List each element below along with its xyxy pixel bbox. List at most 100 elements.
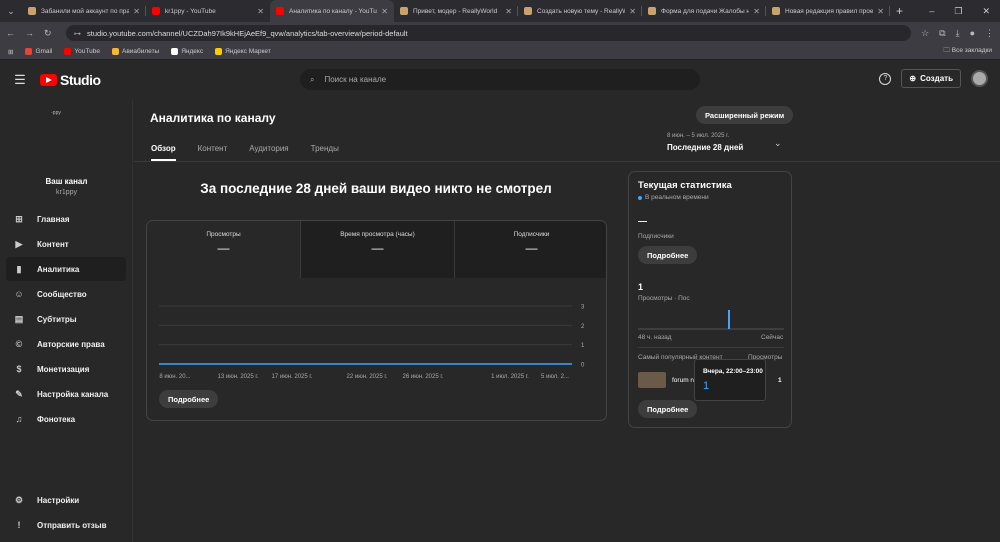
bookmark-item[interactable]: Яндекс Маркет	[215, 48, 271, 55]
sidebar-item-icon: $	[16, 364, 22, 374]
downloads-icon[interactable]: ⤓	[956, 28, 960, 39]
bookmark-item[interactable]: Яндекс	[171, 48, 203, 55]
site-info-icon[interactable]: ⊶	[74, 29, 82, 38]
advanced-mode-button[interactable]: Расширенный режим	[696, 106, 794, 124]
video-thumbnail[interactable]	[638, 372, 666, 388]
chart-tooltip: Вчера, 22:00–23:00 1	[694, 359, 766, 401]
bookmark-favicon-icon	[64, 48, 72, 55]
realtime-more-button[interactable]: Подробнее	[638, 246, 698, 264]
sidebar-item-icon: ▶	[15, 238, 23, 249]
browser-tab[interactable]: Новая редакция правил прое ✕	[766, 0, 890, 22]
range-end-label: Сейчас	[761, 334, 784, 341]
forward-icon[interactable]: →	[25, 28, 34, 38]
bookmark-item[interactable]: YouTube	[64, 48, 100, 55]
tab-title: Аналитика по каналу - YouTub	[289, 7, 378, 15]
subscribers-label: Подписчики	[638, 233, 674, 240]
analytics-tab[interactable]: Тренды	[311, 144, 339, 161]
tab-close-icon[interactable]: ✕	[505, 7, 512, 16]
sidebar-bottom-item[interactable]: ! Отправить отзыв	[6, 513, 126, 537]
tab-close-icon[interactable]: ✕	[381, 7, 388, 16]
menu-icon[interactable]: ⋮	[985, 28, 994, 39]
tab-search-icon[interactable]: ⌄	[0, 0, 22, 22]
browser-tab[interactable]: Создать новую тему - ReallyW ✕	[518, 0, 642, 22]
overview-more-button[interactable]: Подробнее	[159, 390, 219, 408]
maximize-icon[interactable]: ❐	[954, 6, 962, 17]
sidebar-item[interactable]: ☺ Сообщество	[6, 282, 126, 306]
bookmark-label: Gmail	[35, 48, 53, 55]
chart-y-tick: 0	[581, 363, 585, 369]
tab-close-icon[interactable]: ✕	[133, 7, 140, 16]
chart-x-tick: 17 июн. 2025 г.	[272, 374, 313, 380]
hamburger-menu-icon[interactable]: ☰	[0, 72, 40, 88]
sidebar-item[interactable]: $ Монетизация	[6, 357, 126, 381]
sidebar-item[interactable]: ♫ Фонотека	[6, 407, 126, 431]
reload-icon[interactable]: ↻	[44, 28, 52, 39]
sidebar-item[interactable]: ⊞ Главная	[6, 207, 126, 231]
browser-tab[interactable]: Аналитика по каналу - YouTub ✕	[270, 0, 394, 22]
realtime-more-button-2[interactable]: Подробнее	[638, 400, 698, 418]
tab-close-icon[interactable]: ✕	[753, 7, 760, 16]
live-label: В реальном времени	[645, 194, 709, 201]
back-icon[interactable]: ←	[6, 28, 15, 38]
url-field[interactable]: ⊶ studio.youtube.com/channel/UCZDah97Ik9…	[65, 25, 912, 41]
analytics-tab[interactable]: Контент	[198, 144, 228, 161]
browser-tab[interactable]: Форма для подачи Жалобы н ✕	[642, 0, 766, 22]
bookmark-star-icon[interactable]: ☆	[921, 28, 929, 39]
sidebar-item[interactable]: © Авторские права	[6, 332, 126, 356]
overview-headline: За последние 28 дней ваши видео никто не…	[200, 181, 552, 196]
period-selector[interactable]: Последние 28 дней	[667, 143, 743, 152]
sidebar-bottom-item[interactable]: ⚙ Настройки	[6, 488, 126, 512]
channel-name: Ваш канал	[45, 177, 88, 186]
extensions-icon[interactable]: ⧉	[939, 28, 945, 39]
sidebar-item-icon: ▤	[14, 313, 24, 324]
create-button[interactable]: ⊕ Создать	[901, 69, 961, 88]
sidebar-item-icon: !	[17, 520, 21, 530]
browser-tab[interactable]: Привет, модер - ReallyWorld ✕	[394, 0, 518, 22]
sidebar-item-icon: ✎	[15, 388, 23, 399]
bookmark-item[interactable]: Gmail	[25, 48, 52, 55]
account-avatar[interactable]	[971, 70, 988, 87]
bookmark-favicon-icon	[171, 48, 179, 55]
tab-close-icon[interactable]: ✕	[877, 7, 884, 16]
bookmarks-bar: ⊞ Gmail YouTube Авиабилеты Яндекс Яндекс Мар…	[0, 44, 1000, 60]
analytics-tab[interactable]: Обзор	[151, 144, 176, 161]
analytics-tab[interactable]: Аудитория	[249, 144, 288, 161]
metric-tab[interactable]: Просмотры —	[147, 221, 301, 278]
sidebar-item-icon: ▮	[16, 263, 22, 274]
studio-logo-text: Studio	[60, 72, 101, 88]
profile-icon[interactable]: ●	[970, 28, 975, 38]
bookmark-label: Яндекс Маркет	[225, 48, 271, 55]
realtime-live-indicator: В реальном времени	[638, 194, 709, 201]
apps-icon[interactable]: ⊞	[8, 48, 13, 56]
overview-card: Просмотры — Время просмотра (часы) — Подписч…	[146, 220, 607, 421]
realtime-bar[interactable]	[728, 310, 730, 329]
channel-logo[interactable]: -ppy	[30, 107, 82, 159]
metric-tab[interactable]: Время просмотра (часы) —	[301, 221, 455, 278]
bookmark-item[interactable]: Авиабилеты	[111, 48, 159, 55]
chart-x-tick: 13 июн. 2025 г.	[218, 374, 259, 380]
browser-tab[interactable]: Забанили мой аккаунт по пра ✕	[22, 0, 146, 22]
channel-logo-text: -ppy	[51, 110, 61, 116]
studio-logo[interactable]: Studio	[40, 72, 101, 88]
create-label: Создать	[920, 74, 953, 83]
sidebar-item[interactable]: ✎ Настройка канала	[6, 382, 126, 406]
chevron-down-icon[interactable]: ⌄	[774, 138, 782, 149]
sidebar-item[interactable]: ▮ Аналитика	[6, 257, 126, 281]
minimize-icon[interactable]: –	[929, 6, 934, 17]
browser-tab[interactable]: kr1ppy - YouTube ✕	[146, 0, 270, 22]
close-window-icon[interactable]: ✕	[982, 6, 990, 17]
new-tab-button[interactable]: +	[896, 4, 903, 18]
tab-close-icon[interactable]: ✕	[257, 7, 264, 16]
metric-tab[interactable]: Подписчики —	[455, 221, 606, 278]
search-icon: ⌕	[310, 74, 315, 84]
metric-label: Время просмотра (часы)	[340, 231, 415, 238]
chart-x-tick: 26 июн. 2025 г.	[403, 374, 444, 380]
tab-close-icon[interactable]: ✕	[629, 7, 636, 16]
help-icon[interactable]: ?	[879, 72, 892, 85]
chart-y-tick: 2	[581, 324, 585, 330]
sidebar-item[interactable]: ▶ Контент	[6, 232, 126, 256]
sidebar-item-icon: ♫	[15, 414, 23, 424]
search-input[interactable]: ⌕ Поиск на канале	[300, 69, 700, 90]
sidebar-item[interactable]: ▤ Субтитры	[6, 307, 126, 331]
all-bookmarks-link[interactable]: 🗀 Все закладки	[943, 46, 992, 57]
